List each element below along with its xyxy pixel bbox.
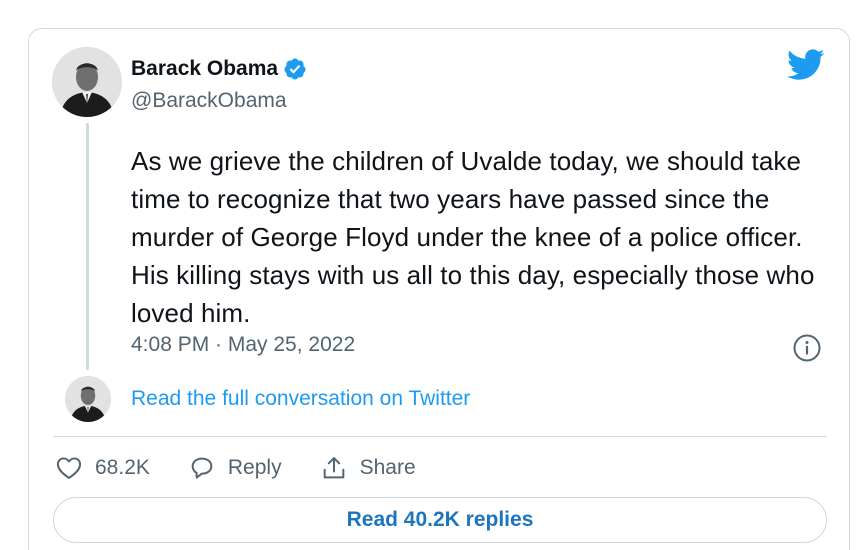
full-conversation-link[interactable]: Read the full conversation on Twitter	[131, 387, 470, 411]
like-button[interactable]: 68.2K	[55, 454, 150, 482]
reply-avatar[interactable]	[65, 376, 111, 422]
author-name-row[interactable]: Barack Obama	[131, 57, 307, 81]
heart-icon	[56, 457, 82, 479]
action-bar: 68.2K Reply Share	[55, 453, 454, 483]
tweet-card[interactable]: Barack Obama @BarackObama As we grieve t…	[28, 28, 850, 550]
author-avatar[interactable]	[52, 47, 122, 117]
share-label: Share	[359, 456, 416, 479]
info-icon[interactable]	[792, 333, 822, 363]
share-upload-icon	[323, 457, 344, 479]
reply-button[interactable]: Reply	[188, 454, 282, 482]
read-replies-button[interactable]: Read 40.2K replies	[53, 497, 827, 543]
tweet-text: As we grieve the children of Uvalde toda…	[131, 146, 815, 328]
divider	[53, 436, 827, 437]
thread-line	[86, 123, 89, 370]
speech-bubble-icon	[191, 457, 213, 479]
author-handle[interactable]: @BarackObama	[131, 89, 287, 113]
twitter-bird-icon[interactable]	[787, 49, 825, 81]
tweet-timestamp[interactable]: 4:08 PM · May 25, 2022	[131, 333, 355, 357]
verified-badge-icon	[284, 58, 306, 80]
author-display-name[interactable]: Barack Obama	[131, 57, 278, 81]
share-button[interactable]: Share	[320, 454, 416, 482]
portrait-image	[52, 47, 122, 117]
portrait-image-small	[65, 376, 111, 422]
like-count: 68.2K	[95, 456, 150, 479]
reply-label: Reply	[227, 456, 282, 479]
